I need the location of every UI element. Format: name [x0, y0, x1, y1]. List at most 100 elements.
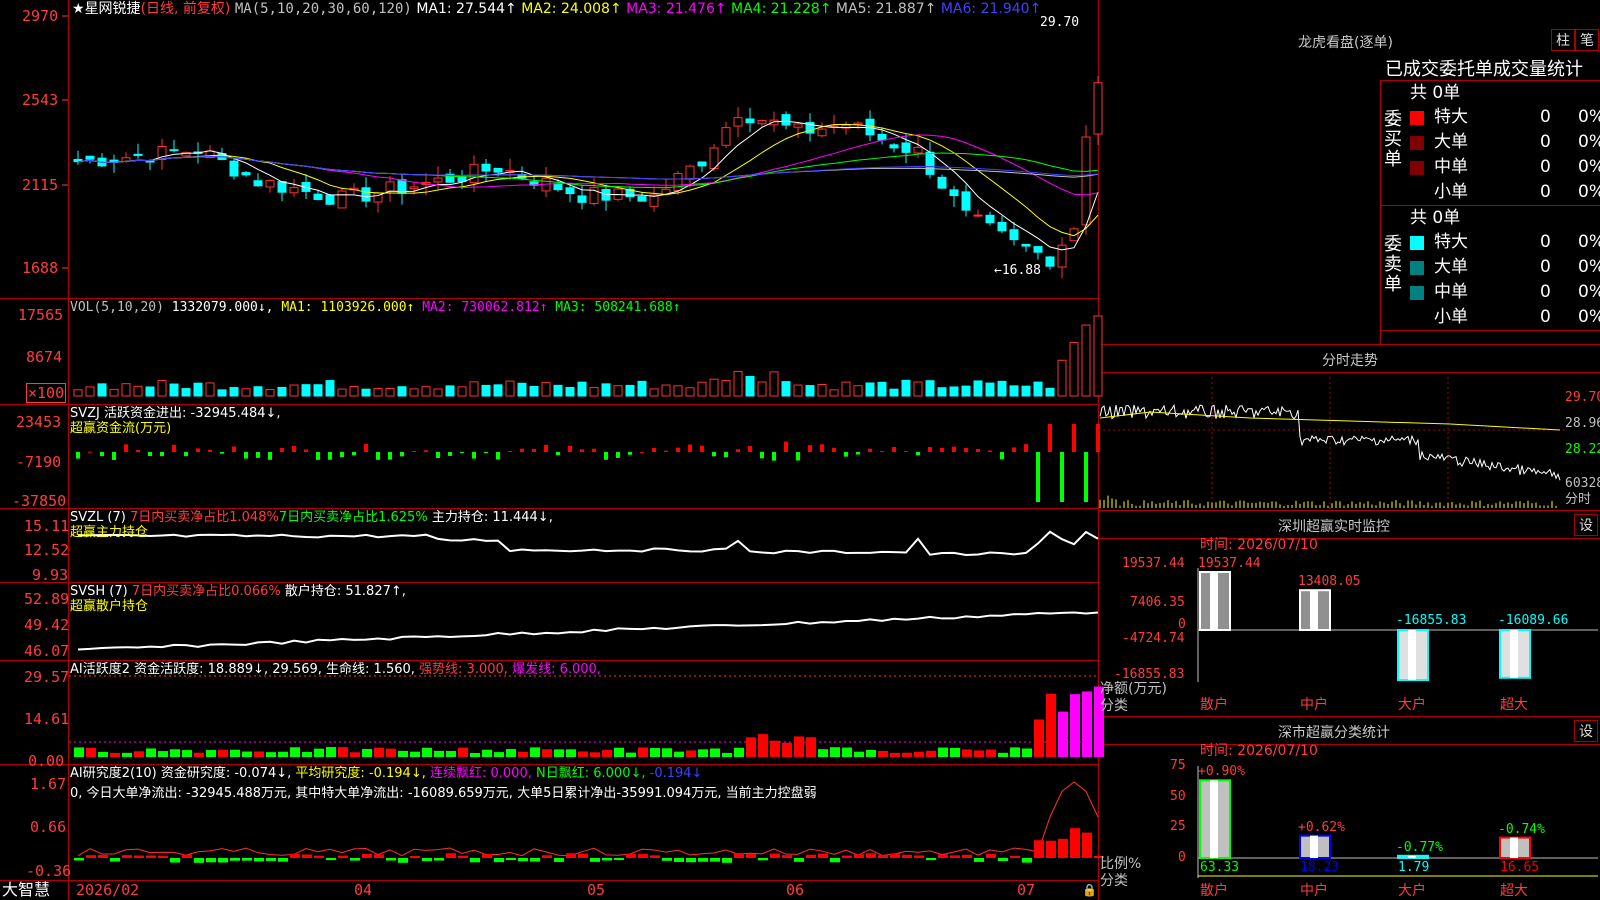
research-bar: [854, 854, 864, 858]
volume-bar: [937, 387, 947, 397]
research-axis-2: 0.66: [30, 818, 67, 836]
candle: [949, 189, 959, 197]
monitor-axis-title: 净额(万元): [1100, 681, 1167, 697]
research-bar: [1034, 840, 1044, 858]
volume-bar: [601, 383, 611, 397]
ma-label-1: MA1:: [416, 1, 457, 17]
svzj-bar: [868, 448, 872, 452]
order-pct: 0%: [1578, 182, 1600, 202]
order-count: 0: [1540, 107, 1551, 127]
volume-bar: [841, 381, 851, 397]
buy-total: 共 0单: [1410, 83, 1461, 103]
charts-layer[interactable]: [0, 0, 1600, 900]
activity-bar: [374, 747, 384, 757]
activity-bar: [338, 747, 348, 757]
order-swatch: [1410, 236, 1424, 250]
volume-bar: [505, 380, 515, 397]
research-bar: [758, 858, 768, 861]
period-mode[interactable]: (日线, 前复权): [141, 1, 231, 17]
research-bar: [998, 858, 1008, 862]
volume-bar: [133, 385, 143, 397]
intraday-axis-1: 29.70: [1565, 390, 1600, 405]
svzj-bar: [532, 448, 536, 452]
svzj-bar: [292, 446, 296, 452]
order-pct: 0%: [1578, 232, 1600, 252]
class-axis-label: 75: [1170, 758, 1186, 773]
svzj-bar: [88, 451, 92, 453]
class-category-3: 大户: [1398, 883, 1426, 899]
volume-bar: [697, 381, 707, 397]
svzj-bar: [220, 452, 224, 454]
class-change-3: -0.77%: [1396, 839, 1443, 855]
research-bar: [482, 854, 492, 858]
monitor-bar-shine: [1408, 630, 1416, 681]
intraday-axis-2: 28.96: [1565, 416, 1600, 431]
volume-bar: [1081, 324, 1091, 397]
class-axis-title-2: 分类: [1100, 873, 1128, 889]
star-icon: ★: [72, 1, 85, 17]
monitor-settings-button[interactable]: 设: [1574, 514, 1598, 536]
vol-label: VOL(5,10,20): [70, 300, 164, 315]
pen-mode-button[interactable]: 笔: [1575, 29, 1599, 51]
research-bar: [74, 858, 84, 861]
research-bar: [602, 858, 612, 861]
svzj-axis-1: 23453: [16, 413, 62, 431]
research-bar: [314, 855, 324, 858]
monitor-bar-shine: [1210, 572, 1218, 630]
svzj-bar: [520, 448, 524, 452]
research-bar: [98, 854, 108, 858]
monitor-value-1: 19537.44: [1198, 556, 1261, 571]
research-n-red: N日飘红: 6.000↓,: [536, 766, 646, 781]
research-bar: [662, 858, 672, 861]
research-bar: [1070, 828, 1080, 858]
candle: [781, 114, 791, 126]
candle: [553, 183, 563, 191]
svzj-bar: [988, 450, 992, 452]
lock-icon[interactable]: 🔒: [1082, 883, 1097, 897]
svzj-bar: [628, 452, 632, 455]
svzj-bar: [340, 452, 344, 458]
svzj-bar: [304, 449, 308, 452]
volume-bar: [745, 375, 755, 397]
research-bar: [386, 858, 396, 861]
research-bar: [806, 854, 816, 858]
svzj-bar: [964, 448, 968, 452]
ai2-axis-1: 29.57: [24, 668, 70, 686]
candle: [877, 133, 887, 141]
volume-bar: [361, 388, 371, 397]
volume-bar: [877, 381, 887, 397]
class-settings-button[interactable]: 设: [1574, 720, 1598, 742]
price-axis-4: 1688: [22, 259, 59, 277]
low-mark: ←16.88: [994, 263, 1041, 278]
svzj-bar: [976, 449, 980, 452]
volume-bar: [661, 384, 671, 397]
activity-bar: [170, 749, 180, 757]
svzj-bar: [232, 446, 236, 452]
candle: [637, 196, 647, 202]
candle: [565, 187, 575, 195]
research-bar: [926, 858, 936, 861]
research-bar: [302, 854, 312, 858]
ma-label-3: MA3:: [621, 1, 666, 17]
activity-bar: [206, 750, 216, 757]
svzl-label: SVZL (7): [70, 510, 126, 525]
svzj-bar: [928, 447, 932, 452]
research-bar: [974, 858, 984, 862]
monitor-axis-label: 0: [1178, 617, 1186, 632]
activity-bar: [650, 748, 660, 757]
candle: [1033, 246, 1043, 253]
candle: [757, 120, 767, 125]
activity-bar: [554, 749, 564, 757]
activity-bar: [722, 752, 732, 757]
research-bar: [110, 858, 120, 862]
volume-bar: [217, 389, 227, 397]
candle: [145, 160, 155, 163]
volume-bar: [553, 384, 563, 397]
activity-bar: [806, 737, 816, 757]
stock-name[interactable]: 星网锐捷: [85, 1, 141, 17]
research-bar: [1046, 840, 1056, 858]
bar-mode-button[interactable]: 柱: [1551, 29, 1575, 51]
research-bar: [1058, 838, 1068, 858]
volume-bar: [421, 386, 431, 397]
research-bar: [1022, 858, 1032, 863]
